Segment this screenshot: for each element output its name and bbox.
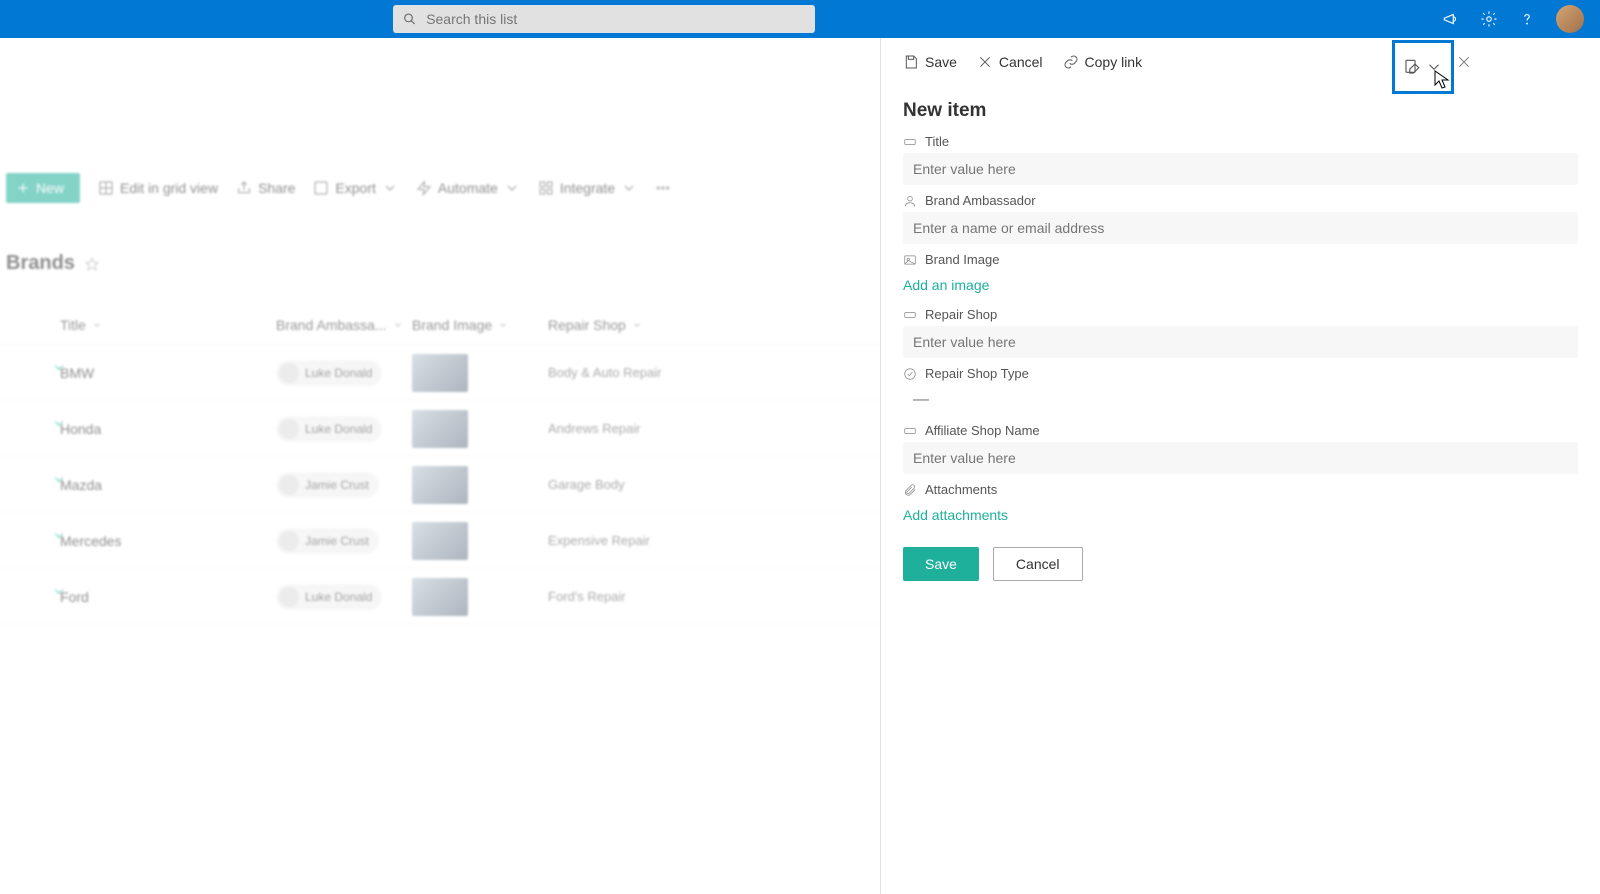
panel-toolbar: Save Cancel Copy link	[903, 38, 1578, 82]
cell-shop: Ford's Repair	[548, 589, 708, 604]
more-button[interactable]	[655, 180, 671, 196]
col-ambassador[interactable]: Brand Ambassa...	[276, 317, 412, 333]
panel-cancel-button[interactable]: Cancel	[977, 54, 1043, 70]
search-box[interactable]	[393, 5, 815, 33]
title-input[interactable]	[903, 153, 1578, 185]
cell-ambassador: Luke Donald	[276, 416, 412, 442]
avatar[interactable]	[1556, 5, 1584, 33]
cell-shop: Expensive Repair	[548, 533, 708, 548]
attachments-label: Attachments	[903, 482, 1578, 497]
help-icon[interactable]	[1518, 10, 1536, 28]
shop-input[interactable]	[903, 326, 1578, 358]
automate-button[interactable]: Automate	[416, 180, 520, 196]
search-input[interactable]	[426, 11, 805, 27]
cell-shop: Garage Body	[548, 477, 708, 492]
cell-image	[412, 522, 548, 560]
col-image[interactable]: Brand Image	[412, 317, 548, 333]
cell-image	[412, 354, 548, 392]
search-icon	[403, 12, 416, 26]
add-image-link[interactable]: Add an image	[903, 271, 989, 299]
new-button[interactable]: New	[6, 173, 80, 203]
gear-icon[interactable]	[1480, 10, 1498, 28]
affiliate-label: Affiliate Shop Name	[903, 423, 1578, 438]
export-button[interactable]: Export	[313, 180, 397, 196]
add-attachments-link[interactable]: Add attachments	[903, 501, 1008, 529]
new-label: New	[36, 180, 64, 196]
image-label: Brand Image	[903, 252, 1578, 267]
panel-copylink-button[interactable]: Copy link	[1063, 54, 1143, 70]
cell-title: Mercedes	[6, 533, 276, 549]
favorite-icon[interactable]	[85, 257, 99, 271]
shoptype-value[interactable]: —	[903, 385, 1578, 415]
integrate-button[interactable]: Integrate	[538, 180, 637, 196]
cell-title: Ford	[6, 589, 276, 605]
panel-save-button[interactable]: Save	[903, 54, 957, 70]
ambassador-input[interactable]	[903, 212, 1578, 244]
close-panel-button[interactable]	[1456, 54, 1472, 75]
topbar-actions	[1442, 5, 1592, 33]
form-icon	[1403, 58, 1421, 76]
cell-ambassador: Jamie Crust	[276, 472, 412, 498]
cancel-button[interactable]: Cancel	[993, 547, 1083, 581]
cell-title: Honda	[6, 421, 276, 437]
shoptype-label: Repair Shop Type	[903, 366, 1578, 381]
cell-title: BMW	[6, 365, 276, 381]
edit-grid-button[interactable]: Edit in grid view	[98, 180, 218, 196]
cell-ambassador: Luke Donald	[276, 360, 412, 386]
megaphone-icon[interactable]	[1442, 10, 1460, 28]
panel-title: New item	[903, 100, 1578, 122]
top-bar	[0, 0, 1600, 38]
shop-label: Repair Shop	[903, 307, 1578, 322]
cell-shop: Body & Auto Repair	[548, 365, 708, 380]
cell-ambassador: Luke Donald	[276, 584, 412, 610]
new-item-panel: Save Cancel Copy link New item Title Bra…	[880, 38, 1600, 894]
title-label: Title	[903, 134, 1578, 149]
col-title[interactable]: Title	[6, 317, 276, 333]
cell-image	[412, 578, 548, 616]
cell-image	[412, 410, 548, 448]
cell-ambassador: Jamie Crust	[276, 528, 412, 554]
cursor-icon	[1434, 70, 1450, 90]
save-button[interactable]: Save	[903, 547, 979, 581]
share-button[interactable]: Share	[236, 180, 295, 196]
cell-shop: Andrews Repair	[548, 421, 708, 436]
cell-image	[412, 466, 548, 504]
ambassador-label: Brand Ambassador	[903, 193, 1578, 208]
cell-title: Mazda	[6, 477, 276, 493]
affiliate-input[interactable]	[903, 442, 1578, 474]
col-shop[interactable]: Repair Shop	[548, 317, 708, 333]
list-title: Brands	[6, 252, 75, 275]
